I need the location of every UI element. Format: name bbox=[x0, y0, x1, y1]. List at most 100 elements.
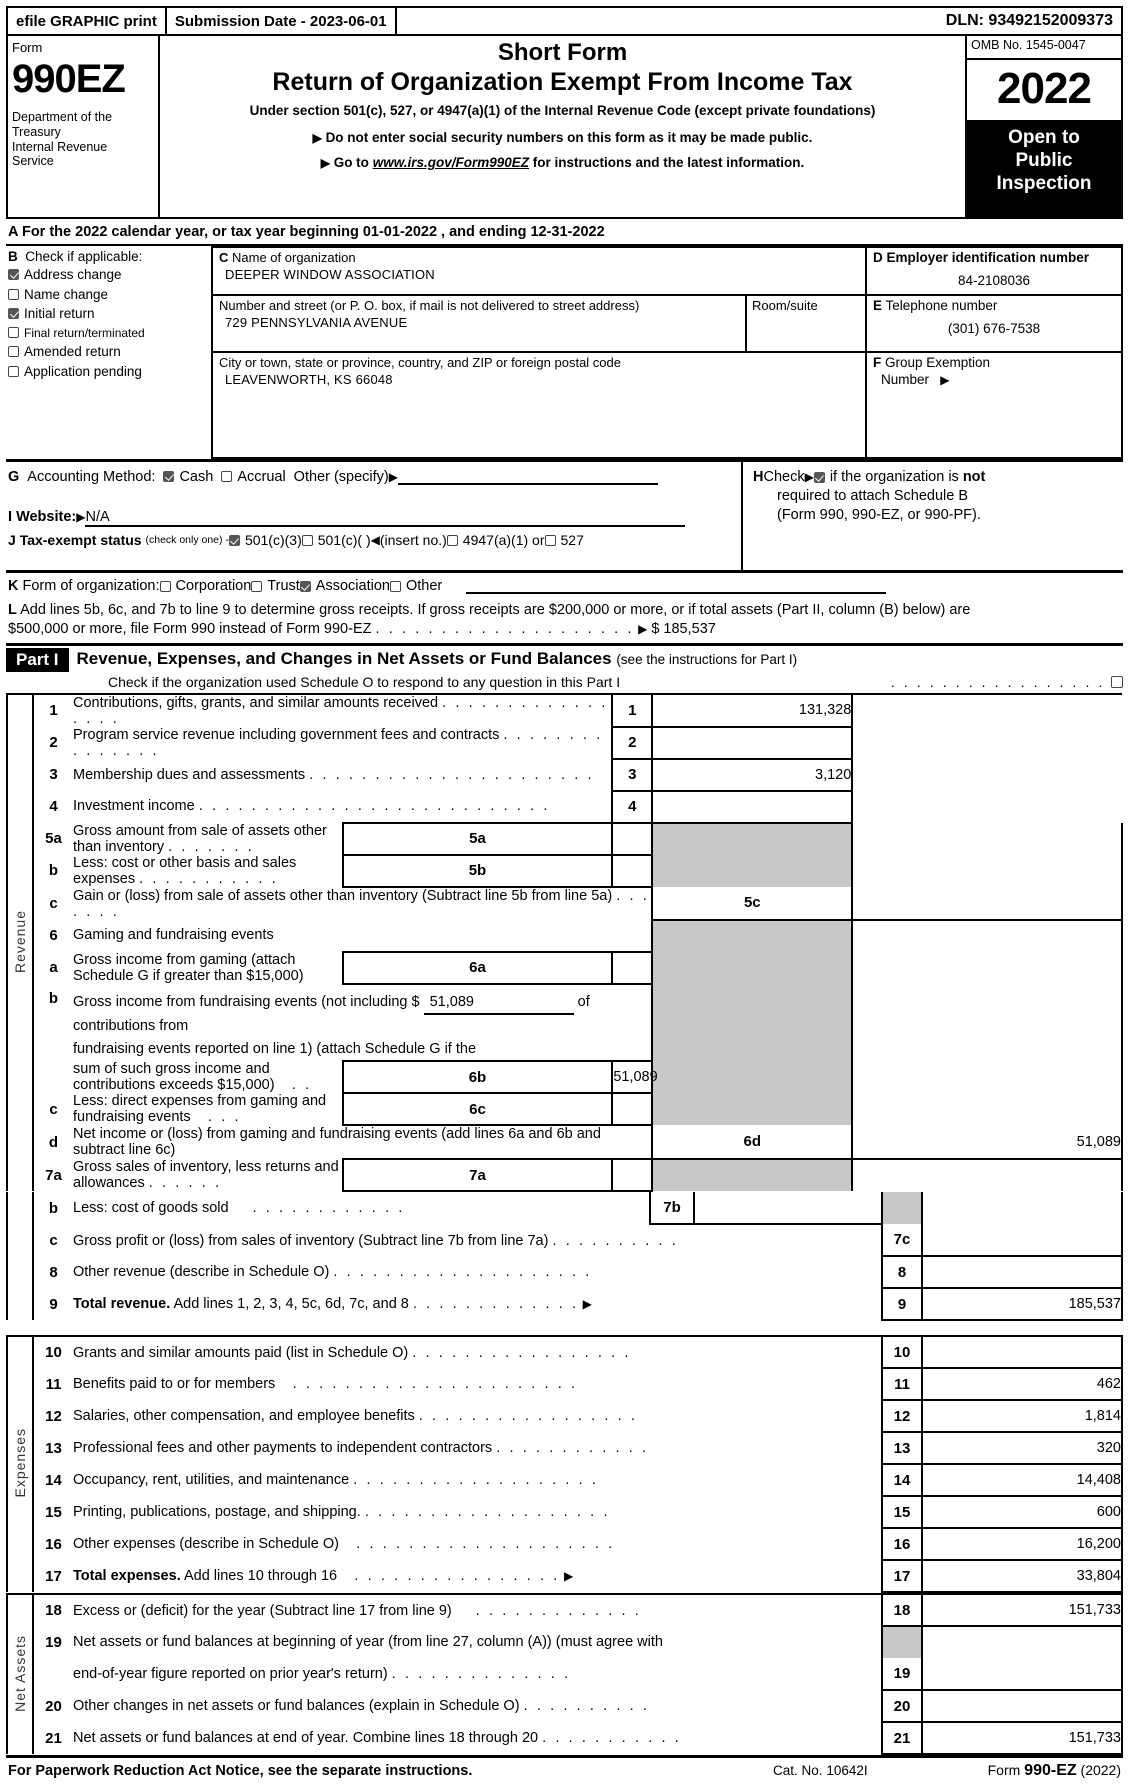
checkbox-icon-501c3[interactable] bbox=[228, 534, 240, 546]
checkbox-icon-initial-return[interactable] bbox=[8, 308, 19, 319]
line14-number: 14 bbox=[45, 1471, 62, 1489]
table-row-line1: Revenue 1 Contributions, gifts, grants, … bbox=[6, 693, 1122, 1192]
section-k-l-block: K Form of organization: Corporation Trus… bbox=[6, 570, 1123, 643]
checkbox-icon-final-return[interactable] bbox=[8, 327, 19, 338]
line7c-number: c bbox=[49, 1231, 58, 1249]
form-word-label: Form bbox=[12, 40, 43, 55]
checkbox-icon-application-pending[interactable] bbox=[8, 365, 19, 377]
line6c-inner-amount bbox=[611, 1093, 654, 1127]
line6b-number-blank bbox=[33, 1061, 73, 1093]
checkbox-label-name-change: Name change bbox=[24, 286, 109, 302]
checkbox-label-501c3: 501(c)(3) bbox=[244, 532, 302, 548]
line6-number: 6 bbox=[49, 927, 58, 945]
checkbox-icon-schedule-b-not-required[interactable] bbox=[813, 472, 825, 484]
checkbox-label-address-change: Address change bbox=[24, 267, 122, 282]
line13-ref: 13 bbox=[881, 1432, 923, 1466]
table-row-line5b: b Less: cost or other basis and sales ex… bbox=[7, 853, 1123, 888]
catalog-number: Cat. No. 10642I bbox=[773, 1763, 868, 1779]
table-row-line6c: c Less: direct expenses from gaming and … bbox=[7, 1093, 1123, 1127]
website-value[interactable]: N/A bbox=[85, 509, 686, 527]
line6a-inner-amount bbox=[611, 950, 654, 985]
section-h-text1: if the organization is bbox=[829, 469, 959, 485]
accounting-other-input[interactable] bbox=[398, 468, 658, 485]
paperwork-notice: For Paperwork Reduction Act Notice, see … bbox=[8, 1763, 473, 1780]
line21-number: 21 bbox=[45, 1729, 62, 1747]
line6b-inner-ref: 6b bbox=[341, 1060, 613, 1095]
section-h-check-row: H Check ▶ if the organization is not bbox=[753, 468, 1123, 487]
table-row-line7c: c Gross profit or (loss) from sales of i… bbox=[7, 1224, 1123, 1258]
org-city-value: LEAVENWORTH, KS 66048 bbox=[225, 372, 393, 387]
table-row-line19-top: 19 Net assets or fund balances at beginn… bbox=[7, 1626, 1123, 1659]
efile-graphic-print-label: efile GRAPHIC print bbox=[6, 6, 167, 36]
line5b-number: b bbox=[48, 862, 59, 880]
expenses-vertical-label: Expenses bbox=[6, 1336, 34, 1593]
right-triangle-icon: ▶ bbox=[312, 131, 322, 145]
line6b-inline-contribution-value[interactable]: 51,089 bbox=[423, 991, 574, 1016]
submission-date-label: Submission Date - 2023-06-01 bbox=[166, 6, 397, 36]
line6-amount bbox=[852, 919, 1123, 952]
checkbox-icon-other-org[interactable] bbox=[389, 580, 401, 592]
checkbox-application-pending[interactable]: Application pending bbox=[8, 364, 211, 379]
table-row-line14: 14 Occupancy, rent, utilities, and maint… bbox=[7, 1464, 1123, 1498]
checkbox-label-4947a1: 4947(a)(1) or bbox=[462, 532, 545, 548]
website-label: Website: bbox=[16, 509, 77, 525]
section-h-text-bold: not bbox=[962, 469, 986, 485]
form-of-organization-row: K Form of organization: Corporation Trus… bbox=[8, 578, 1121, 594]
line17-ref: 17 bbox=[881, 1560, 923, 1594]
line5b-inner-ref: 5b bbox=[341, 853, 613, 888]
checkbox-icon-address-change[interactable] bbox=[8, 269, 19, 280]
line15-description: Printing, publications, postage, and shi… bbox=[73, 1504, 611, 1521]
line9-description: Total revenue. Add lines 1, 2, 3, 4, 5c,… bbox=[73, 1296, 592, 1313]
org-street-left: Number and street (or P. O. box, if mail… bbox=[213, 296, 747, 351]
line18-description: Excess or (deficit) for the year (Subtra… bbox=[73, 1602, 642, 1619]
net-assets-vertical-label: Net Assets bbox=[6, 1594, 34, 1755]
line5b-description: Less: cost or other basis and sales expe… bbox=[73, 854, 297, 887]
line6b-shaded-2 bbox=[651, 1061, 854, 1094]
checkbox-final-return[interactable]: Final return/terminated bbox=[8, 326, 211, 340]
line3-description: Membership dues and assessments . . . . … bbox=[73, 766, 595, 783]
checkbox-name-change[interactable]: Name change bbox=[8, 287, 211, 302]
checkbox-icon-schedule-o[interactable] bbox=[1111, 675, 1123, 688]
org-name-label-text: Name of organization bbox=[232, 250, 356, 265]
checkbox-initial-return[interactable]: Initial return bbox=[8, 306, 211, 321]
line6b-description-cont: sum of such gross income and contributio… bbox=[73, 1061, 312, 1094]
checkbox-icon-name-change[interactable] bbox=[8, 288, 19, 300]
department-label: Department of the Treasury Internal Revenu… bbox=[12, 110, 113, 169]
irs-form990ez-link[interactable]: www.irs.gov/Form990EZ bbox=[373, 155, 529, 170]
form-of-organization-other-input[interactable] bbox=[466, 578, 887, 594]
section-c-letter: C bbox=[219, 250, 229, 265]
checkbox-address-change[interactable]: Address change bbox=[8, 267, 211, 282]
telephone-label-text: Telephone number bbox=[885, 298, 998, 313]
line20-number: 20 bbox=[45, 1697, 62, 1715]
tax-exempt-status-label: Tax-exempt status bbox=[19, 532, 142, 548]
checkbox-label-accrual: Accrual bbox=[237, 468, 286, 485]
checkbox-icon-association[interactable] bbox=[299, 580, 311, 592]
line9-ref: 9 bbox=[881, 1288, 923, 1322]
section-d-e-f-box: D Employer identification number 84-2108… bbox=[867, 246, 1123, 459]
checkbox-icon-501c[interactable] bbox=[301, 534, 313, 546]
group-exemption-label-text: Group Exemption bbox=[885, 355, 991, 370]
line6-shaded bbox=[651, 919, 854, 952]
line7a-inner-ref: 7a bbox=[341, 1158, 613, 1193]
line18-ref: 18 bbox=[881, 1594, 923, 1628]
table-row-line6a: a Gross income from gaming (attach Sched… bbox=[7, 950, 1123, 985]
checkbox-icon-trust[interactable] bbox=[251, 580, 263, 592]
checkbox-icon-cash[interactable] bbox=[163, 471, 175, 482]
checkbox-label-cash: Cash bbox=[179, 468, 214, 485]
checkbox-amended-return[interactable]: Amended return bbox=[8, 344, 211, 359]
checkbox-icon-527[interactable] bbox=[544, 534, 556, 546]
checkbox-icon-amended-return[interactable] bbox=[8, 346, 19, 357]
section-j-letter: J bbox=[8, 532, 16, 548]
org-street-cell: Number and street (or P. O. box, if mail… bbox=[213, 296, 865, 353]
line14-description: Occupancy, rent, utilities, and maintena… bbox=[73, 1472, 599, 1489]
section-f-letter: F bbox=[873, 355, 882, 370]
line20-description: Other changes in net assets or fund bala… bbox=[73, 1698, 650, 1715]
expenses-table: Expenses 10 Grants and similar amounts p… bbox=[6, 1335, 1123, 1594]
table-row-line7b: b Less: cost of goods sold . . . . . . .… bbox=[6, 1192, 1123, 1321]
line6a-shaded bbox=[651, 951, 854, 984]
line4-ref: 4 bbox=[611, 790, 654, 824]
checkbox-icon-accrual[interactable] bbox=[221, 471, 233, 482]
tax-year: 2022 bbox=[967, 58, 1121, 120]
checkbox-icon-4947a1[interactable] bbox=[446, 534, 458, 546]
checkbox-icon-corporation[interactable] bbox=[159, 580, 171, 592]
